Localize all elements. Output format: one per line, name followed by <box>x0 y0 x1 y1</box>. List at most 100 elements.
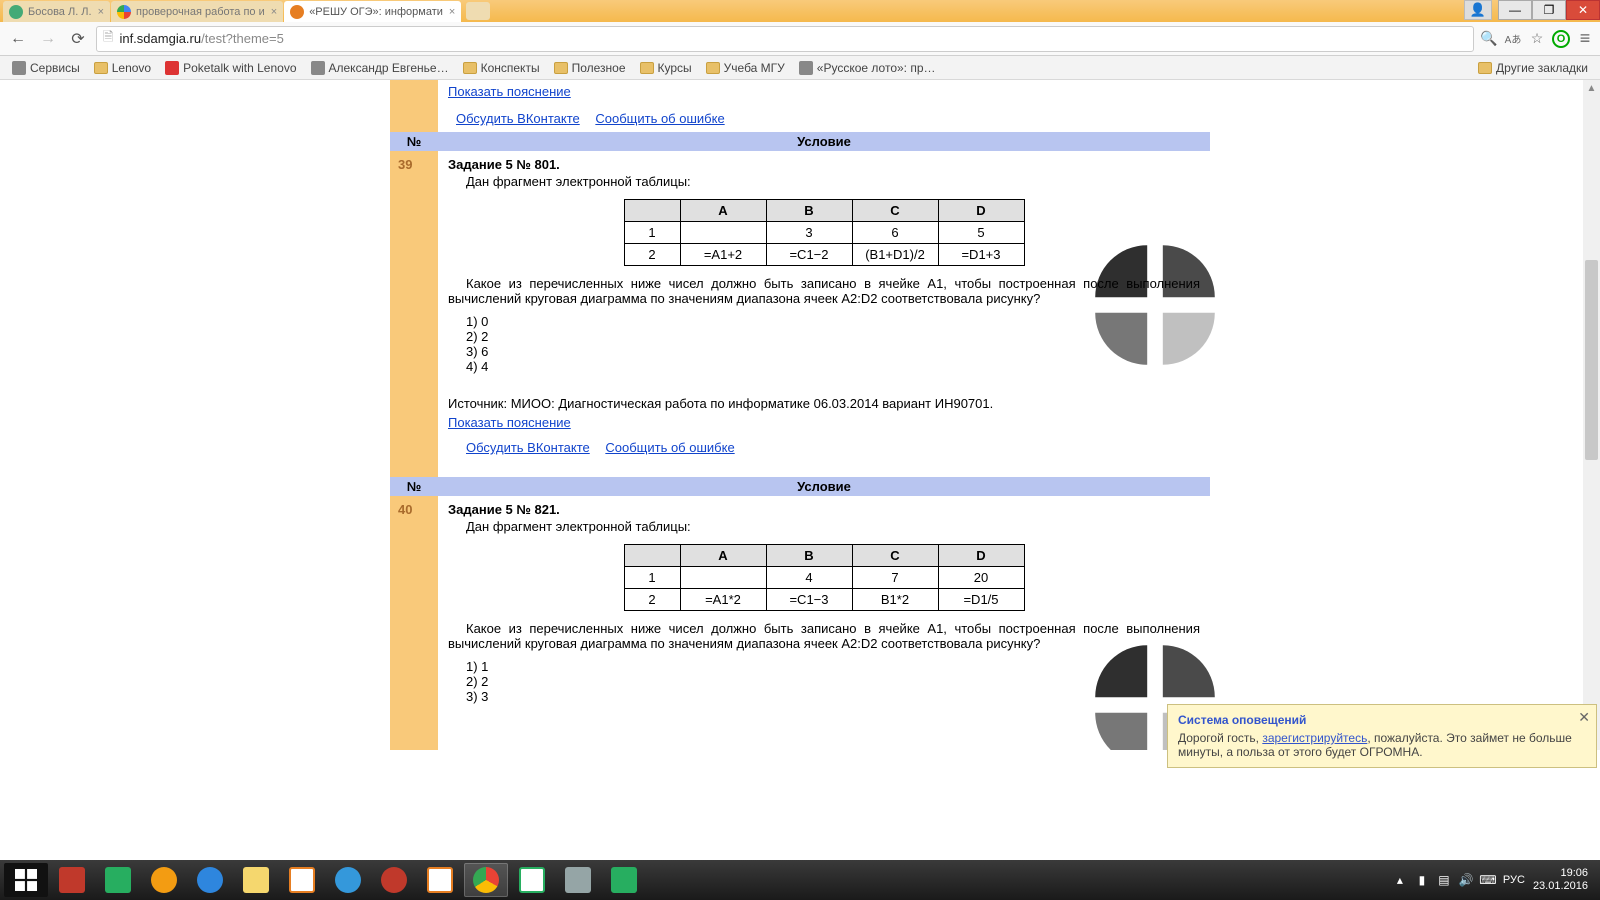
new-tab-button[interactable] <box>466 2 490 20</box>
user-icon: 👤 <box>1470 2 1486 18</box>
bookmark-item[interactable]: Александр Евгенье… <box>305 59 455 77</box>
label: Учеба МГУ <box>724 61 785 75</box>
task-options: 1) 0 2) 2 3) 6 4) 4 <box>466 314 1200 374</box>
taskbar-item-chrome[interactable] <box>464 863 508 897</box>
task-title: Задание 5 № 801. <box>448 157 560 172</box>
taskbar-item[interactable] <box>50 863 94 897</box>
taskbar-item[interactable] <box>142 863 186 897</box>
task-options: 1) 1 2) 2 3) 3 <box>466 659 1200 704</box>
tab-close-icon[interactable]: × <box>271 6 277 18</box>
cell: A <box>680 545 766 567</box>
col-condition: Условие <box>438 132 1210 151</box>
chrome-menu-icon[interactable]: ≡ <box>1576 30 1594 48</box>
scrollbar-up-arrow[interactable]: ▲ <box>1583 80 1600 97</box>
notification-close-button[interactable]: ✕ <box>1578 709 1590 726</box>
zoom-icon[interactable]: 🔍 <box>1480 30 1498 48</box>
option: 3) 6 <box>466 344 1200 359</box>
tab-close-icon[interactable]: × <box>449 6 455 18</box>
taskbar-item[interactable] <box>280 863 324 897</box>
taskbar-item[interactable] <box>602 863 646 897</box>
nav-reload-button[interactable]: ⟳ <box>66 27 90 51</box>
app-icon <box>427 867 453 893</box>
table-header-row: № Условие <box>438 132 1210 151</box>
tray-clock[interactable]: 19:06 23.01.2016 <box>1533 867 1588 893</box>
tray-time: 19:06 <box>1533 867 1588 880</box>
bookmark-item[interactable]: Курсы <box>634 59 698 77</box>
app-icon <box>197 867 223 893</box>
browser-tab-0[interactable]: Босова Л. Л.× <box>3 1 110 22</box>
back-icon: ← <box>10 30 26 48</box>
tray-language[interactable]: РУС <box>1503 874 1525 886</box>
show-explanation-link[interactable]: Показать пояснение <box>448 415 571 430</box>
taskbar-item[interactable] <box>510 863 554 897</box>
window-controls: — ❐ ✕ <box>1498 0 1600 20</box>
report-error-link[interactable]: Сообщить об ошибке <box>595 111 724 126</box>
chrome-icon <box>473 867 499 893</box>
option: 3) 3 <box>466 689 1200 704</box>
app-icon <box>335 867 361 893</box>
cell: =A1+2 <box>680 244 766 266</box>
taskbar-item[interactable] <box>556 863 600 897</box>
table-header-row: № Условие <box>438 477 1210 496</box>
spreadsheet-fragment: ABCD 1365 2=A1+2=C1−2(B1+D1)/2=D1+3 <box>624 199 1025 266</box>
window-maximize-button[interactable]: ❐ <box>1532 0 1566 20</box>
col-no: № <box>390 477 438 496</box>
report-error-link[interactable]: Сообщить об ошибке <box>605 440 734 455</box>
window-close-button[interactable]: ✕ <box>1566 0 1600 20</box>
taskbar-item[interactable] <box>234 863 278 897</box>
text: Дорогой гость, <box>1178 731 1262 745</box>
bookmarks-apps[interactable]: Сервисы <box>6 59 86 77</box>
cell: D <box>938 200 1024 222</box>
bookmark-item[interactable]: Учеба МГУ <box>700 59 791 77</box>
cell: =C1−2 <box>766 244 852 266</box>
chrome-user-button[interactable]: 👤 <box>1464 0 1492 20</box>
bookmark-star-icon[interactable]: ☆ <box>1528 30 1546 48</box>
app-icon <box>151 867 177 893</box>
tab-close-icon[interactable]: × <box>98 6 104 18</box>
label: Полезное <box>572 61 626 75</box>
discuss-vk-link[interactable]: Обсудить ВКонтакте <box>466 440 590 455</box>
tray-network-icon[interactable]: ▤ <box>1437 873 1451 887</box>
taskbar-item[interactable] <box>418 863 462 897</box>
tray-battery-icon[interactable]: ▮ <box>1415 873 1429 887</box>
other-bookmarks[interactable]: Другие закладки <box>1472 59 1594 77</box>
option: 2) 2 <box>466 329 1200 344</box>
bookmark-item[interactable]: Конспекты <box>457 59 546 77</box>
taskbar-item[interactable] <box>372 863 416 897</box>
browser-tab-1[interactable]: проверочная работа по и× <box>111 1 283 22</box>
taskbar-item[interactable] <box>96 863 140 897</box>
taskbar-item[interactable] <box>326 863 370 897</box>
extension-icon[interactable]: O <box>1552 30 1570 48</box>
discuss-vk-link[interactable]: Обсудить ВКонтакте <box>456 111 580 126</box>
folder-icon <box>1478 62 1492 74</box>
label: Lenovo <box>112 61 151 75</box>
notification-header: Система оповещений <box>1178 713 1586 727</box>
show-explanation-link[interactable]: Показать пояснение <box>448 84 571 99</box>
address-bar[interactable]: 🗎 inf.sdamgia.ru/test?theme=5 <box>96 26 1474 52</box>
window-minimize-button[interactable]: — <box>1498 0 1532 20</box>
option: 1) 1 <box>466 659 1200 674</box>
folder-icon <box>640 62 654 74</box>
browser-tab-2[interactable]: «РЕШУ ОГЭ»: информати× <box>284 1 461 22</box>
bookmark-item[interactable]: Poketalk with Lenovo <box>159 59 302 77</box>
favicon <box>290 5 304 19</box>
start-button[interactable] <box>4 863 48 897</box>
vertical-scrollbar[interactable]: ▲ ▼ <box>1583 80 1600 750</box>
bookmark-item[interactable]: Полезное <box>548 59 632 77</box>
cell: =D1/5 <box>938 589 1024 611</box>
bookmark-item[interactable]: «Русское лото»: пр… <box>793 59 942 77</box>
taskbar-item[interactable] <box>188 863 232 897</box>
translate-icon[interactable]: Aあ <box>1504 30 1522 48</box>
page-viewport[interactable]: Показать пояснение Обсудить ВКонтакте Со… <box>0 80 1600 750</box>
nav-back-button[interactable]: ← <box>6 27 30 51</box>
label: Poketalk with Lenovo <box>183 61 296 75</box>
tray-volume-icon[interactable]: 🔊 <box>1459 873 1473 887</box>
tray-chevron-icon[interactable]: ▴ <box>1393 873 1407 887</box>
tray-keyboard-icon[interactable]: ⌨ <box>1481 873 1495 887</box>
bookmark-item[interactable]: Lenovo <box>88 59 157 77</box>
windows-taskbar: ▴ ▮ ▤ 🔊 ⌨ РУС 19:06 23.01.2016 <box>0 860 1600 900</box>
nav-forward-button[interactable]: → <box>36 27 60 51</box>
app-icon <box>59 867 85 893</box>
register-link[interactable]: зарегистрируйтесь <box>1262 731 1367 745</box>
scrollbar-thumb[interactable] <box>1585 260 1598 460</box>
